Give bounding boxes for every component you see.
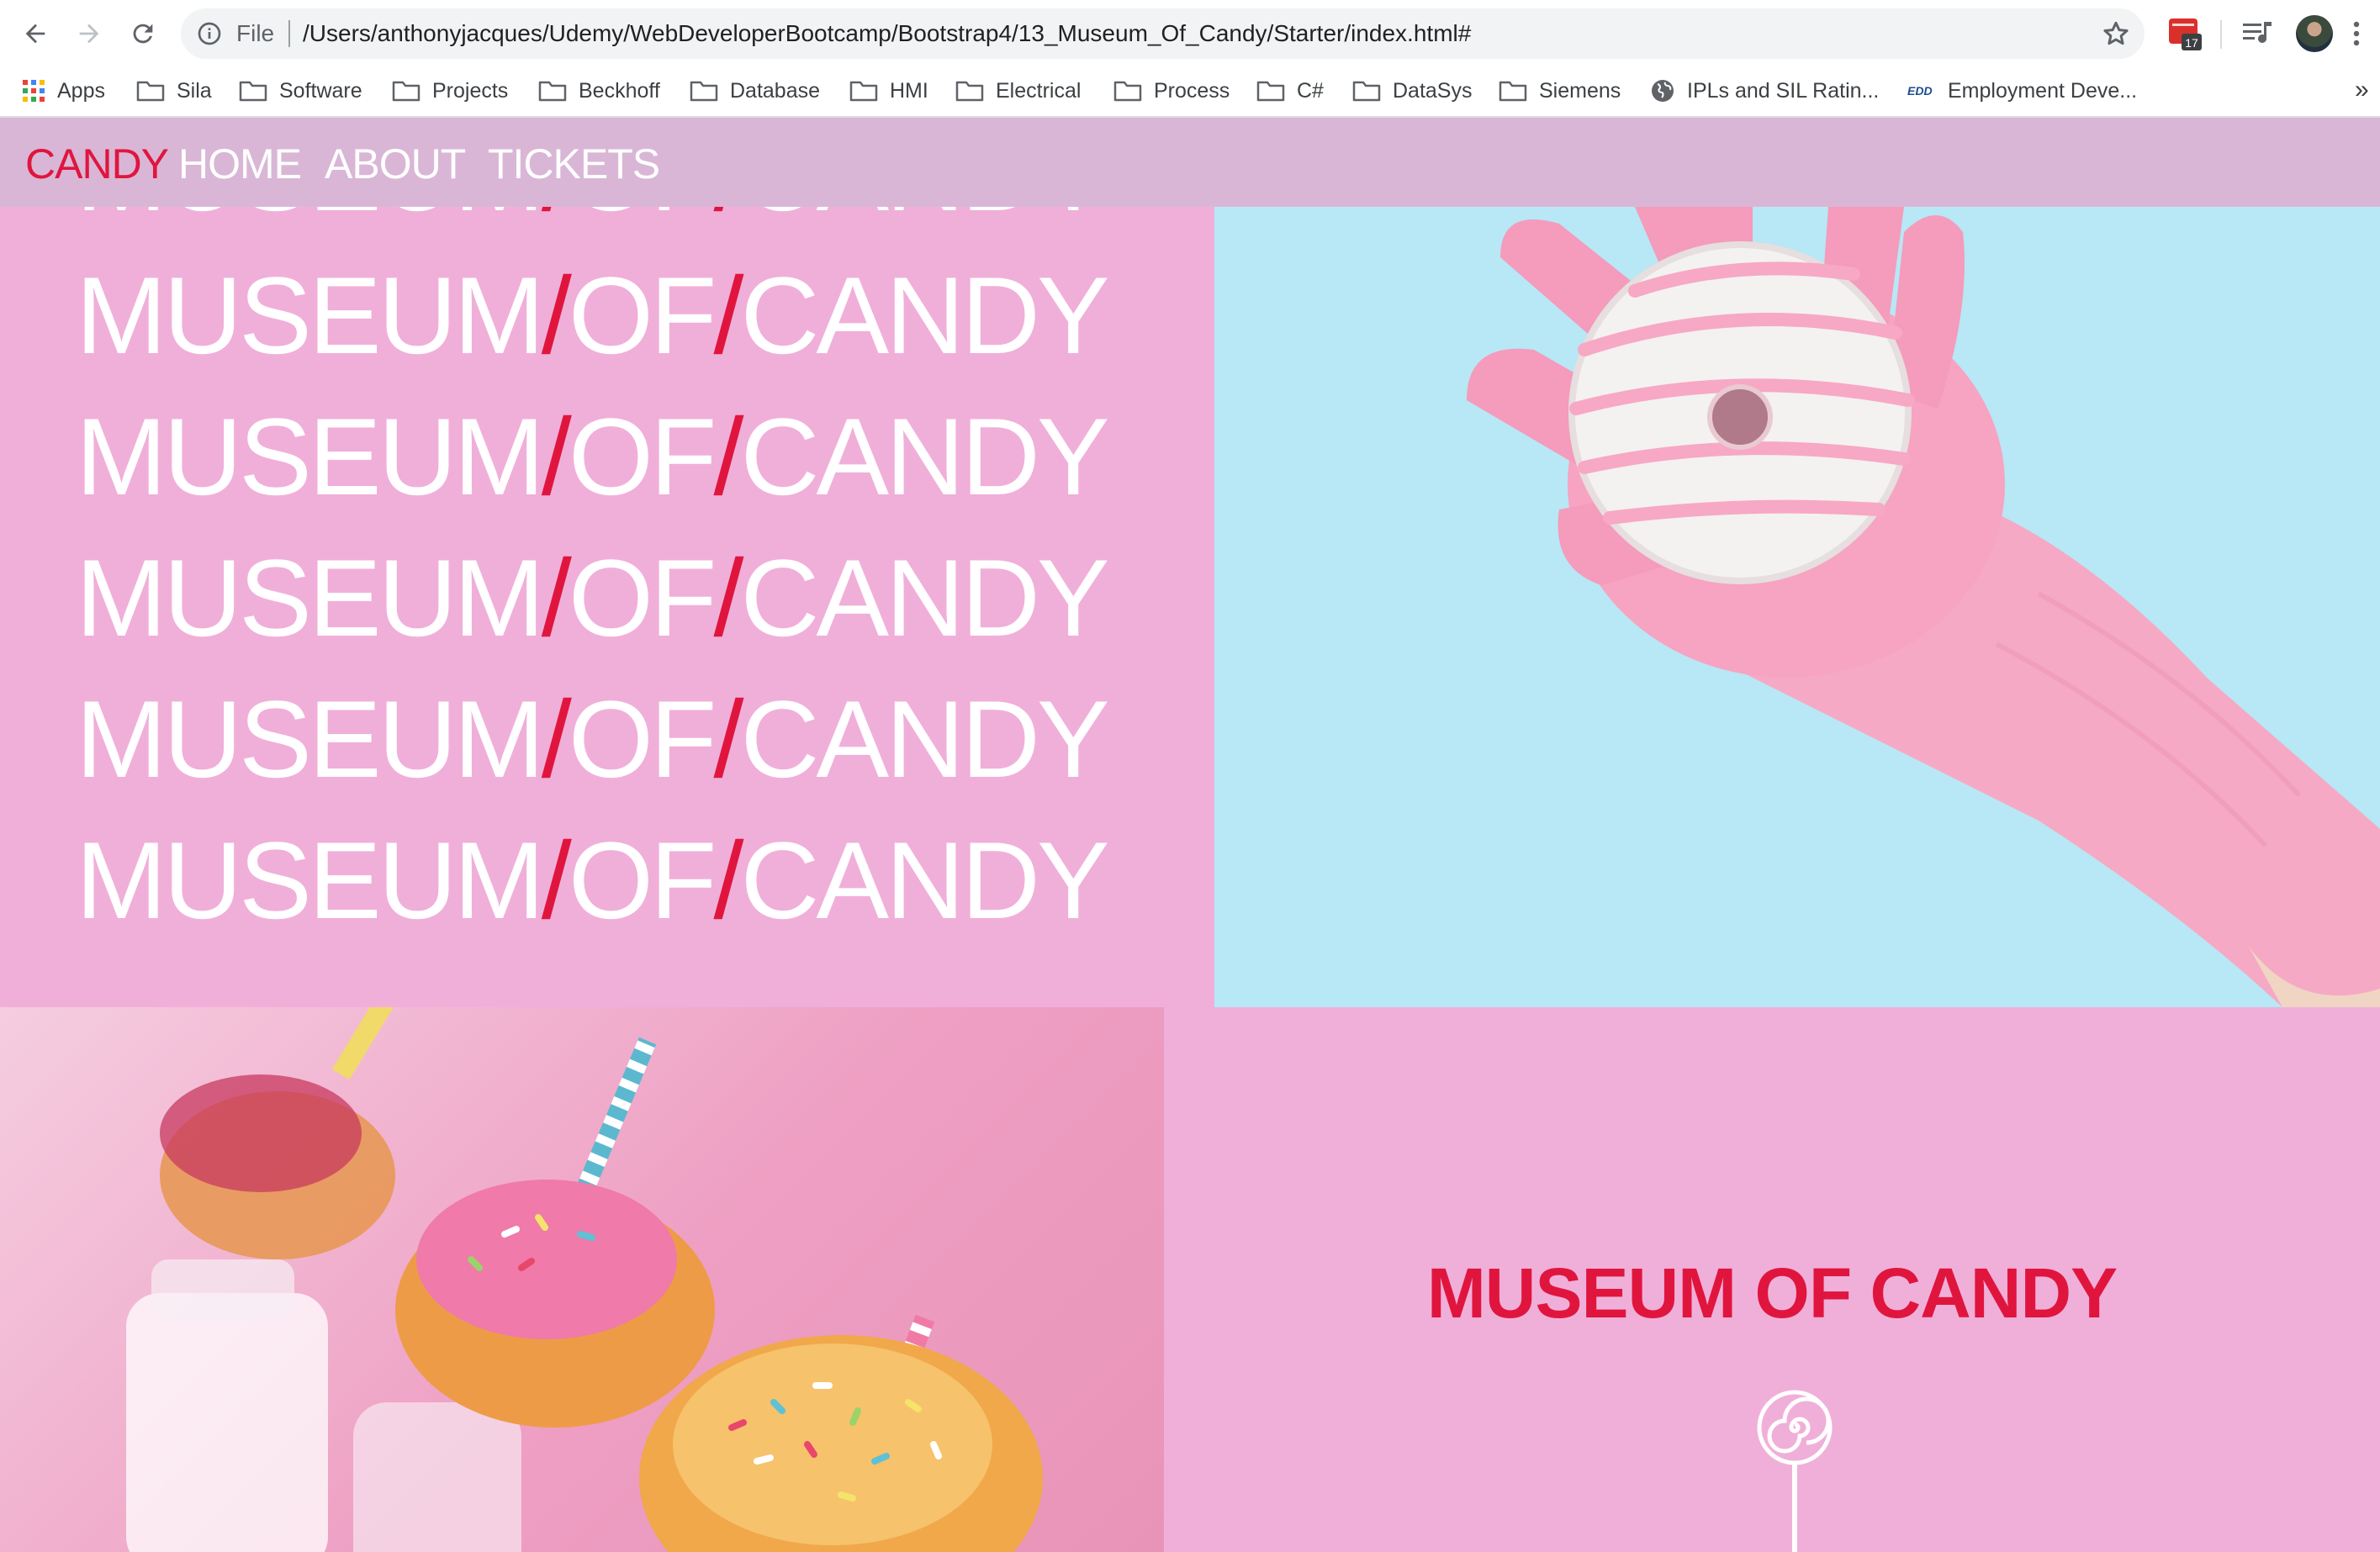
folder-icon — [1499, 81, 1527, 102]
back-arrow-icon[interactable] — [17, 15, 54, 52]
folder-icon — [955, 81, 984, 102]
site-navbar: CANDY HOME ABOUT TICKETS — [0, 118, 2380, 207]
bookmark-label: Apps — [57, 78, 105, 103]
svg-text:EDD: EDD — [1907, 84, 1933, 98]
folder-icon — [1352, 81, 1381, 102]
bookmark-label: HMI — [890, 78, 928, 103]
media-control-icon[interactable] — [2241, 18, 2275, 49]
info-icon[interactable] — [196, 20, 223, 47]
bookmarks-bar: Apps Sila Software Projects Beckhoff Dat… — [0, 67, 2380, 118]
bookmark-label: Sila — [177, 78, 212, 103]
bookmarks-overflow-button[interactable]: » — [2355, 76, 2369, 104]
folder-icon — [1113, 81, 1142, 102]
bookmark-label: C# — [1297, 78, 1324, 103]
bookmark-label: Beckhoff — [579, 78, 660, 103]
folder-icon — [136, 81, 165, 102]
bookmark-employment[interactable]: EDD Employment Deve... — [1907, 74, 2137, 108]
toolbar-divider — [2220, 20, 2222, 49]
bookmark-ipls-sil[interactable]: IPLs and SIL Ratin... — [1650, 74, 1879, 108]
bookmark-folder[interactable]: HMI — [849, 74, 928, 108]
bookmark-label: Electrical — [996, 78, 1082, 103]
museum-title-line: MUSEUM/OF/CANDY — [76, 819, 1110, 942]
folder-icon — [538, 81, 567, 102]
brand-link[interactable]: CANDY — [25, 139, 169, 189]
edd-logo-icon: EDD — [1907, 84, 1933, 98]
bookmark-folder[interactable]: Software — [239, 74, 362, 108]
bookmark-folder[interactable]: C# — [1256, 74, 1324, 108]
address-bar[interactable]: File /Users/anthonyjacques/Udemy/WebDeve… — [181, 8, 2145, 59]
more-menu-icon[interactable] — [2348, 17, 2365, 50]
bookmark-folder[interactable]: Database — [690, 74, 820, 108]
profile-avatar[interactable] — [2296, 15, 2333, 52]
bookmark-folder[interactable]: Siemens — [1499, 74, 1621, 108]
bookmark-label: Database — [730, 78, 821, 103]
bookmark-folder[interactable]: Process — [1113, 74, 1230, 108]
folder-icon — [392, 81, 420, 102]
bookmark-label: Employment Deve... — [1948, 78, 2138, 103]
museum-heading: MUSEUM OF CANDY — [1426, 1254, 2118, 1333]
bookmark-label: Software — [279, 78, 362, 103]
nav-about-link[interactable]: ABOUT — [325, 139, 466, 189]
bookmark-folder[interactable]: Projects — [392, 74, 508, 108]
lollipop-icon — [1757, 1390, 1833, 1552]
calendar-extension-icon[interactable]: 17 — [2168, 17, 2202, 50]
file-scheme-label: File — [236, 20, 275, 46]
bookmark-folder[interactable]: Beckhoff — [538, 74, 660, 108]
nav-home-link[interactable]: HOME — [178, 139, 302, 189]
url-text[interactable]: /Users/anthonyjacques/Udemy/WebDeveloper… — [303, 18, 1471, 49]
bookmark-label: Siemens — [1539, 78, 1621, 103]
bookmark-folder[interactable]: DataSys — [1352, 74, 1472, 108]
bookmark-label: Projects — [432, 78, 509, 103]
bookmark-folder[interactable]: Electrical — [955, 74, 1081, 108]
nav-tickets-link[interactable]: TICKETS — [488, 139, 660, 189]
page-viewport: CANDY HOME ABOUT TICKETS MUSEUM/OF/CANDY… — [0, 118, 2380, 1552]
forward-arrow-icon[interactable] — [71, 15, 108, 52]
title-panel: MUSEUM/OF/CANDY MUSEUM/OF/CANDY MUSEUM/O… — [0, 118, 1214, 1007]
donuts-photo — [0, 1007, 1164, 1552]
bookmark-label: Process — [1154, 78, 1230, 103]
about-panel: MUSEUM OF CANDY — [1164, 1007, 2380, 1552]
omnibox-divider — [288, 20, 290, 47]
globe-icon — [1652, 80, 1674, 102]
folder-icon — [690, 81, 718, 102]
museum-title-line: MUSEUM/OF/CANDY — [76, 254, 1110, 377]
folder-icon — [239, 81, 267, 102]
browser-toolbar: File /Users/anthonyjacques/Udemy/WebDeve… — [0, 0, 2380, 67]
folder-icon — [849, 81, 878, 102]
bookmark-folder[interactable]: Sila — [136, 74, 212, 108]
reload-icon[interactable] — [124, 15, 161, 52]
folder-icon — [1256, 81, 1285, 102]
bookmark-apps[interactable]: Apps — [22, 74, 105, 108]
apps-grid-icon — [23, 80, 45, 102]
museum-title-line: MUSEUM/OF/CANDY — [76, 536, 1110, 659]
bookmark-star-icon[interactable] — [2101, 18, 2131, 49]
bookmark-label: IPLs and SIL Ratin... — [1687, 78, 1880, 103]
bookmark-label: DataSys — [1393, 78, 1473, 103]
museum-title-line: MUSEUM/OF/CANDY — [76, 678, 1110, 800]
museum-title-line: MUSEUM/OF/CANDY — [76, 395, 1110, 518]
extension-badge: 17 — [2185, 36, 2198, 50]
donut-glove-image — [1214, 207, 2380, 1007]
